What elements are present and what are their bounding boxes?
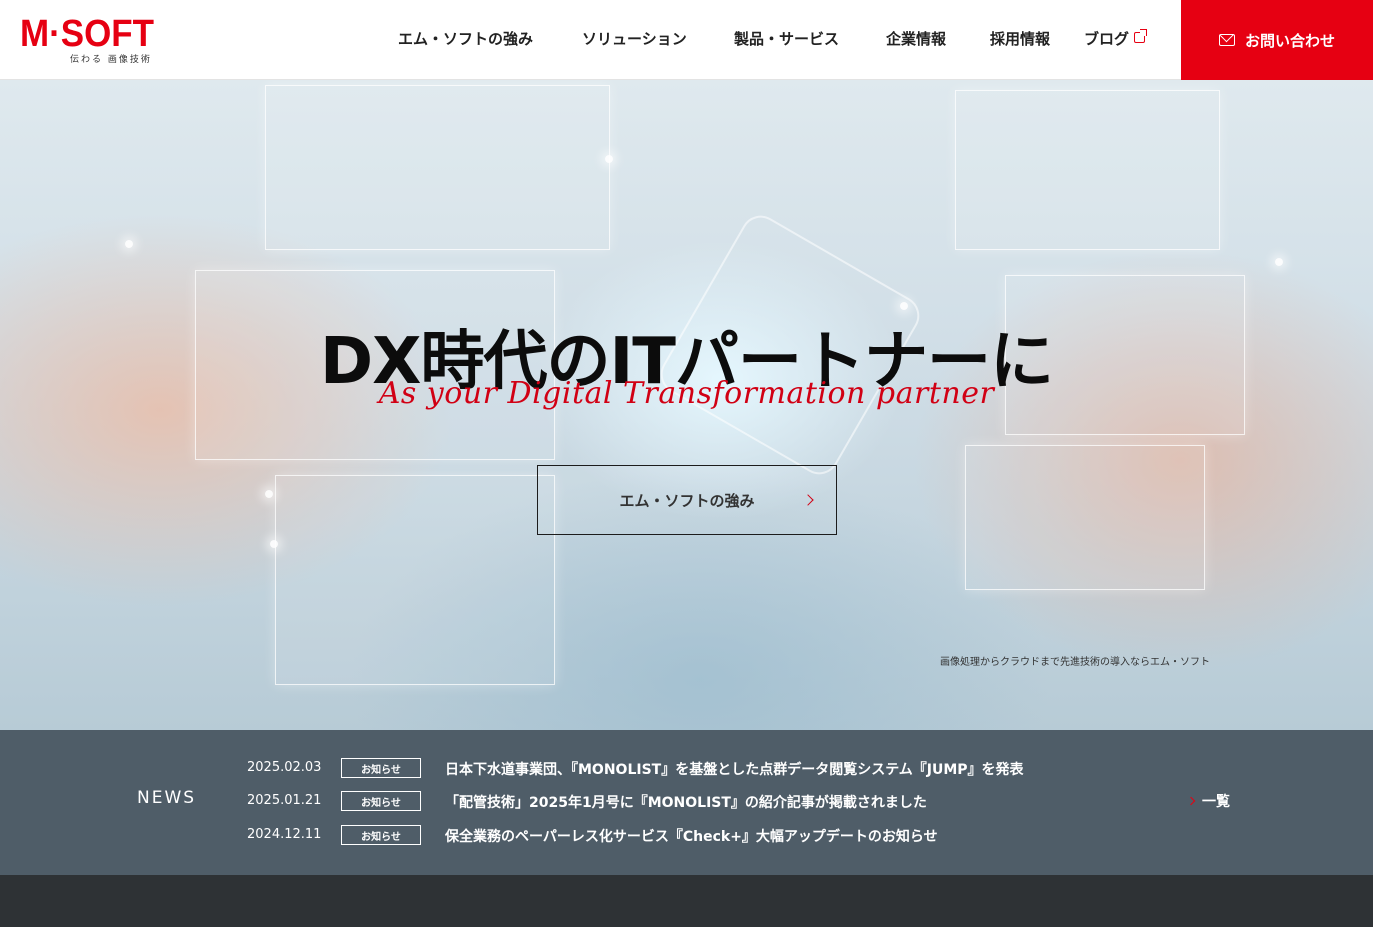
nav-products-services[interactable]: 製品・サービス	[734, 28, 839, 49]
hologram-panel	[965, 445, 1205, 590]
light-dot	[1275, 258, 1283, 266]
light-dot	[270, 540, 278, 548]
news-category-badge: お知らせ	[341, 825, 421, 845]
nav-strengths[interactable]: エム・ソフトの強み	[398, 28, 533, 49]
light-dot	[605, 155, 613, 163]
hologram-panel	[265, 85, 610, 250]
nav-solutions[interactable]: ソリューション	[582, 28, 687, 49]
news-link[interactable]: 「配管技術」2025年1月号に『MONOLIST』の紹介記事が掲載されました	[445, 792, 927, 812]
news-category-badge: お知らせ	[341, 758, 421, 778]
news-link[interactable]: 保全業務のペーパーレス化サービス『Check+』大幅アップデートのお知らせ	[445, 826, 938, 846]
light-dot	[900, 302, 908, 310]
nav-company-info[interactable]: 企業情報	[886, 28, 946, 49]
logo-text: M·SOFT	[20, 13, 154, 55]
logo-tagline: 伝わる 画像技術	[70, 55, 152, 65]
contact-button[interactable]: お問い合わせ	[1181, 0, 1373, 80]
chevron-right-icon	[802, 494, 814, 506]
news-section: NEWS 2025.02.03 お知らせ 日本下水道事業団、『MONOLIST』…	[0, 730, 1373, 875]
news-list-label: 一覧	[1202, 794, 1230, 810]
hologram-panel	[275, 475, 555, 685]
chevron-right-icon	[1186, 796, 1196, 806]
company-logo[interactable]: M·SOFT 伝わる 画像技術	[20, 14, 180, 66]
hero-caption: 画像処理からクラウドまで先進技術の導入ならエム・ソフト	[940, 657, 1210, 668]
strengths-button[interactable]: エム・ソフトの強み	[537, 465, 837, 535]
news-date: 2024.12.11	[247, 827, 322, 842]
nav-blog[interactable]: ブログ	[1084, 28, 1148, 49]
external-link-icon	[1134, 29, 1148, 43]
news-category-badge: お知らせ	[341, 791, 421, 811]
nav-blog-label: ブログ	[1084, 30, 1130, 48]
footer-band	[0, 875, 1373, 927]
news-heading: NEWS	[137, 788, 197, 808]
mail-icon	[1218, 34, 1235, 46]
hero-banner: DX時代のITパートナーに As your Digital Transforma…	[0, 80, 1373, 730]
nav-recruit[interactable]: 採用情報	[990, 28, 1050, 49]
hologram-panel	[955, 90, 1220, 250]
news-date: 2025.01.21	[247, 793, 322, 808]
hero-subtitle: As your Digital Transformation partner	[378, 376, 995, 411]
light-dot	[265, 490, 273, 498]
site-header: M·SOFT 伝わる 画像技術 エム・ソフトの強み ソリューション 製品・サービ…	[0, 0, 1373, 80]
strengths-button-label: エム・ソフトの強み	[619, 491, 755, 510]
news-link[interactable]: 日本下水道事業団、『MONOLIST』を基盤とした点群データ閲覧システム『JUM…	[445, 759, 1024, 779]
light-dot	[125, 240, 133, 248]
news-list-link[interactable]: 一覧	[1186, 791, 1230, 811]
contact-button-label: お問い合わせ	[1244, 31, 1335, 50]
news-date: 2025.02.03	[247, 760, 322, 775]
